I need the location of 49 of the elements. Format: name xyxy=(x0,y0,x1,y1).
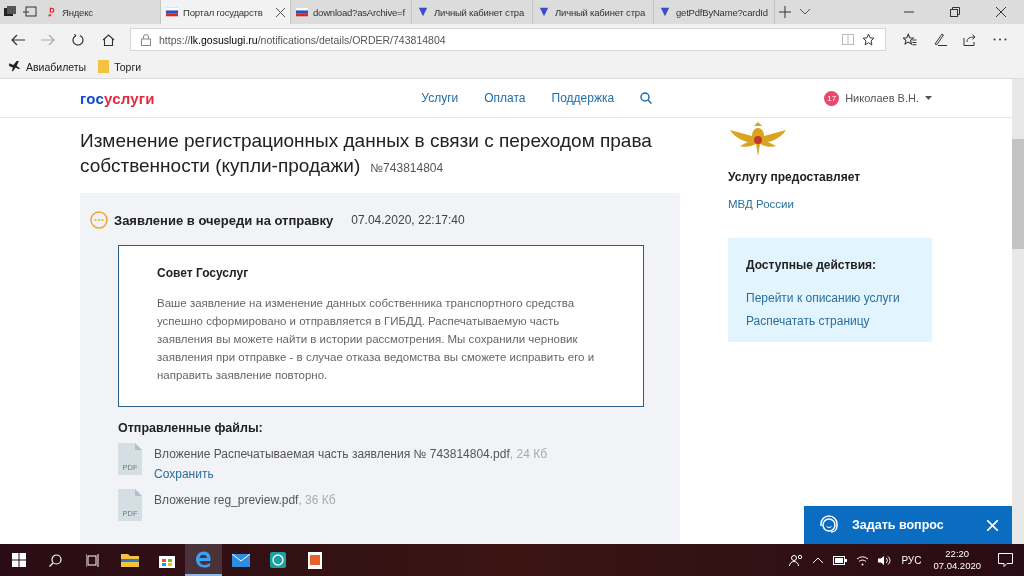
support-agent-icon xyxy=(818,514,840,536)
close-tab-icon[interactable] xyxy=(276,7,285,17)
star-icon[interactable] xyxy=(862,33,875,46)
bookmark[interactable]: Торги xyxy=(98,60,142,73)
browser-tab[interactable]: Портал государств xyxy=(161,0,291,24)
scrollbar[interactable] xyxy=(1012,79,1024,544)
address-field[interactable]: https://lk.gosuslugi.ru/notifications/details/ORDER/743814804 xyxy=(130,28,886,51)
action-link[interactable]: Распечатать страницу xyxy=(746,314,914,328)
file-name: Вложение reg_preview.pdf xyxy=(154,493,299,507)
airplane-icon xyxy=(8,60,21,73)
lock-icon xyxy=(141,33,151,46)
flag-icon xyxy=(166,7,178,17)
nav-link[interactable]: Поддержка xyxy=(551,91,615,105)
file-size: , 36 Кб xyxy=(298,493,336,507)
yandex-icon xyxy=(45,7,57,17)
file-size: , 24 Кб xyxy=(509,447,548,461)
search-icon[interactable] xyxy=(640,92,653,104)
files-heading: Отправленные файлы: xyxy=(118,421,264,435)
bookmark[interactable]: Авиабилеты xyxy=(8,60,87,73)
user-menu[interactable]: Николаев В.Н. xyxy=(845,92,919,104)
clock[interactable]: 22:20 07.04.2020 xyxy=(933,548,981,572)
action-link[interactable]: Перейти к описанию услуги xyxy=(746,291,914,305)
close-icon[interactable] xyxy=(987,519,998,531)
caret-icon[interactable] xyxy=(925,96,932,100)
flag-icon xyxy=(296,7,308,17)
language-indicator[interactable]: РУС xyxy=(901,554,922,566)
provider-link[interactable]: МВД России xyxy=(728,198,932,210)
shield-icon xyxy=(538,7,550,17)
folder-icon xyxy=(98,60,110,73)
actions-heading: Доступные действия: xyxy=(746,258,878,272)
shield-icon xyxy=(417,7,429,17)
status-time: 07.04.2020, 22:17:40 xyxy=(351,213,465,227)
nav-link[interactable]: Услуги xyxy=(421,91,459,105)
page-title-line: собственности (купли-продажи) xyxy=(80,154,361,178)
status-label: Заявление в очереди на отправку xyxy=(114,212,334,228)
save-link[interactable]: Сохранить xyxy=(154,467,548,481)
order-number: №743814804 xyxy=(370,160,444,177)
provider-heading: Услугу предоставляет xyxy=(728,170,862,184)
shield-icon xyxy=(659,7,671,17)
ask-question-button[interactable]: Задать вопрос xyxy=(804,506,1012,544)
advice-title: Совет Госуслуг xyxy=(157,266,250,280)
browser-e-icon[interactable] xyxy=(185,544,222,576)
pending-icon xyxy=(90,211,108,229)
page-title-line: Изменение регистрационных данных в связи с переходом права xyxy=(80,129,652,153)
logo[interactable]: госуслуги xyxy=(80,89,155,107)
file-name: Вложение Распечатываемая часть заявления № 743814804.pdf xyxy=(154,447,510,461)
advice-text: Ваше заявление на изменение данных собственника транспортного средства успешно сформировано и отправляется в ГИБДД. Распечатываемую часть заявления вы можете найти в истории рассмотрения. Мы сохранили черновик заявления при отправке - в случае отказа ведомства вы сможете исправить его и направить заявление повторно. xyxy=(157,296,596,383)
nav-link[interactable]: Оплата xyxy=(484,91,526,105)
notification-count[interactable]: 17 xyxy=(824,90,840,106)
